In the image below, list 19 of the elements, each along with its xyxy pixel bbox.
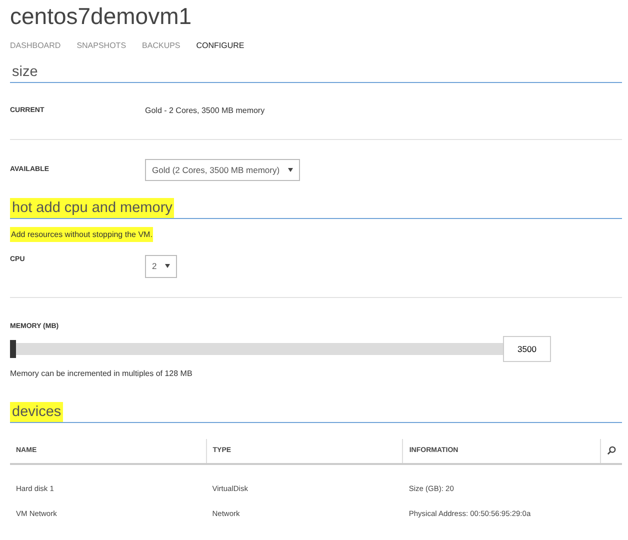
tab[interactable]: CONFIGURE xyxy=(196,40,244,52)
section-heading: devices xyxy=(10,402,64,422)
memory-input[interactable]: 3500 xyxy=(503,336,551,362)
section-heading: size xyxy=(11,63,39,82)
hint-text: Memory can be incremented in multiples of 128 MB xyxy=(10,368,192,378)
tab[interactable]: DASHBOARD xyxy=(10,40,61,52)
size-dropdown[interactable]: Gold (2 Cores, 3500 MB memory) xyxy=(145,158,300,182)
tab[interactable]: SNAPSHOTS xyxy=(76,40,126,52)
cpu-dropdown[interactable]: 2 xyxy=(145,255,177,278)
memory-slider[interactable] xyxy=(10,340,503,358)
description-text: Add resources without stopping the VM. xyxy=(10,227,154,242)
page-title: centos7demovm1 xyxy=(10,2,193,31)
section-heading: hot add cpu and memory xyxy=(10,198,174,218)
slider-thumb[interactable] xyxy=(10,340,16,358)
caret-icon xyxy=(288,168,293,172)
search-icon[interactable] xyxy=(606,446,616,454)
tab[interactable]: BACKUPS xyxy=(142,40,180,52)
caret-icon xyxy=(164,264,170,268)
field-value: Gold - 2 Cores, 3500 MB memory xyxy=(145,105,265,117)
